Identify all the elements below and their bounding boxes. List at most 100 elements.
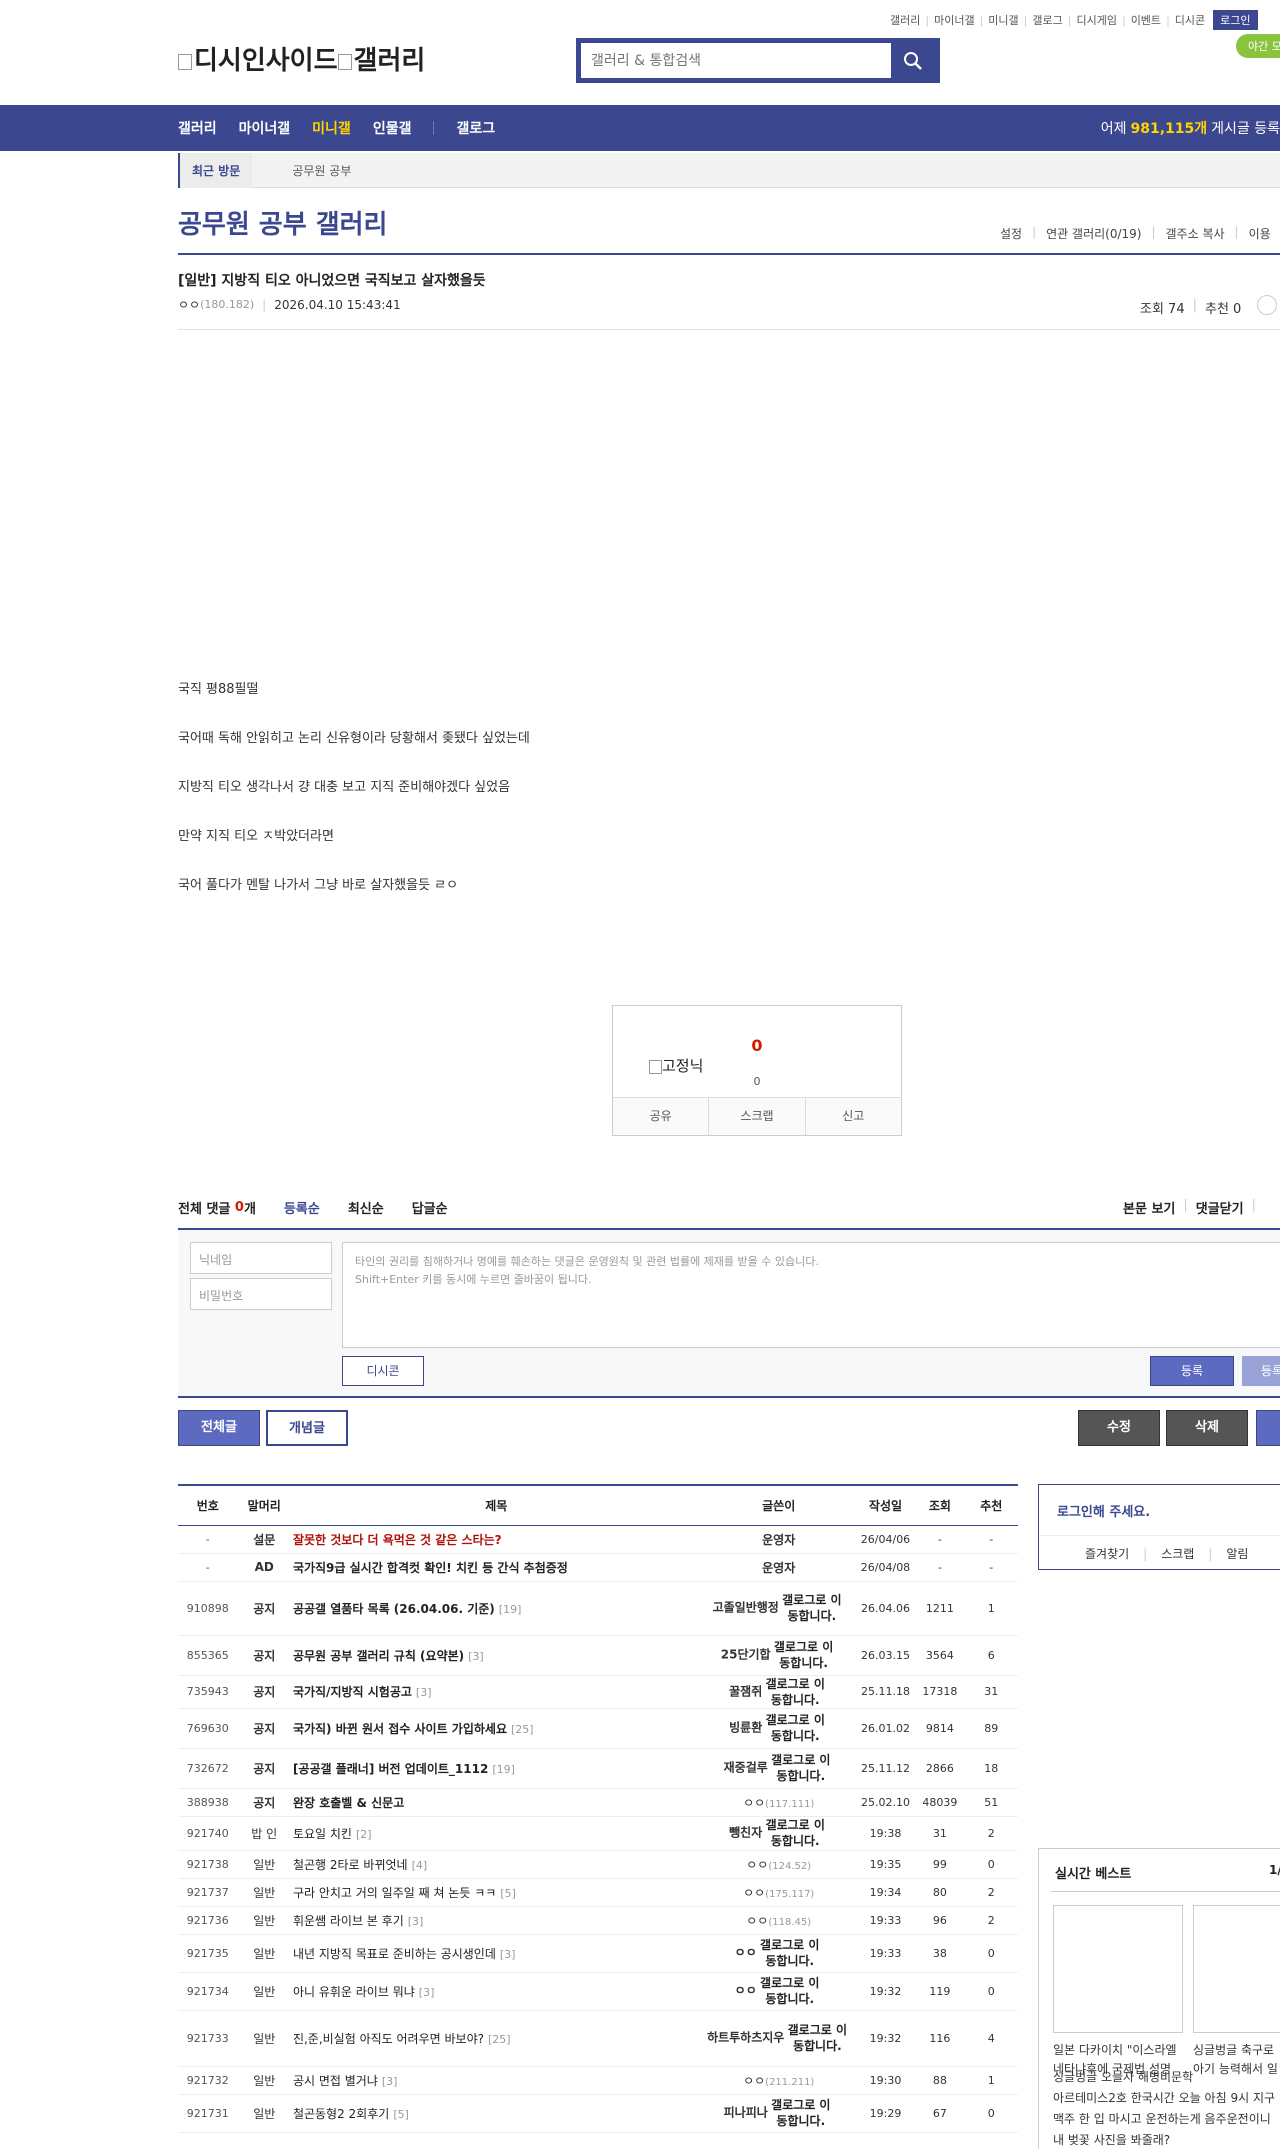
- table-row[interactable]: 921738 일반 철곤행 2타로 바뀌엇네 [4] ㅇㅇ(124.52) 19:35 99…: [178, 1850, 1018, 1879]
- post-link[interactable]: 공시 면접 별거냐 [3]: [290, 2066, 702, 2095]
- gallog-icon[interactable]: 갤로그로 이동합니다.: [757, 1975, 823, 2007]
- scrap-button[interactable]: 스크랩: [709, 1098, 806, 1135]
- nav-gallery[interactable]: 갤러리: [178, 118, 217, 138]
- post-writer[interactable]: 꿀잼쥐갤로그로 이동합니다.: [701, 1675, 856, 1709]
- post-link[interactable]: 국가직) 바뀐 원서 접수 사이트 가입하세요 [25]: [290, 1708, 702, 1749]
- writer-nick[interactable]: ㅇㅇ: [735, 1984, 757, 1998]
- post-writer[interactable]: 25단기합갤로그로 이동합니다.: [701, 1635, 856, 1676]
- post-link-title[interactable]: [공공갤 플래너] 버전 업데이트_1112: [293, 1762, 488, 1776]
- reply-count[interactable]: [25]: [511, 1723, 534, 1736]
- writer-nick[interactable]: ㅇㅇ: [746, 1914, 768, 1928]
- dccon-button[interactable]: 디시콘: [342, 1356, 424, 1386]
- post-link[interactable]: 국가직9급 실시간 합격컷 확인! 치킨 등 간식 추첨증정: [290, 1553, 702, 1582]
- post-writer[interactable]: 하트투하츠지우갤로그로 이동합니다.: [701, 2010, 856, 2067]
- post-link-title[interactable]: 아니 유휘운 라이브 뭐냐: [293, 1985, 415, 1999]
- gallog-icon[interactable]: 갤로그로 이동합니다.: [784, 2022, 850, 2054]
- util-link-game[interactable]: 디시게임: [1076, 12, 1116, 28]
- post-link[interactable]: 잘못한 것보다 더 욕먹은 것 같은 스타는?: [290, 1525, 702, 1554]
- table-row[interactable]: 921734 일반 아니 유휘운 라이브 뭐냐 [3] ㅇㅇ갤로그로 이동합니다. 19:…: [178, 1972, 1018, 2011]
- gallog-icon[interactable]: 갤로그로 이동합니다.: [768, 2097, 834, 2129]
- table-row[interactable]: 921737 일반 구라 안치고 거의 일주일 째 쳐 논듯 ㅋㅋ [5] ㅇㅇ(175…: [178, 1878, 1018, 1907]
- post-link-title[interactable]: 공공갤 열품타 목록 (26.04.06. 기준): [293, 1602, 495, 1616]
- post-link-title[interactable]: 철곤동형2 2회후기: [293, 2107, 389, 2121]
- gallery-settings[interactable]: 설정: [1000, 225, 1022, 242]
- share-button[interactable]: 공유: [613, 1098, 710, 1135]
- writer-nick[interactable]: 재중걸루: [724, 1761, 768, 1775]
- writer-nick[interactable]: 25단기합: [721, 1648, 771, 1662]
- table-row[interactable]: 388938 공지 완장 호출벨 & 신문고 ㅇㅇ(117.111) 25.02.10 4…: [178, 1788, 1018, 1817]
- comment-textarea[interactable]: 타인의 권리를 침해하거나 명예를 훼손하는 댓글은 운영원칙 및 관련 법률에…: [342, 1242, 1280, 1348]
- view-body-button[interactable]: 본문 보기: [1123, 1198, 1175, 1217]
- util-link-gallery[interactable]: 갤러리: [890, 12, 920, 28]
- gallog-icon[interactable]: 갤로그로 이동합니다.: [771, 1639, 837, 1671]
- copy-gallery-url[interactable]: 갤주소 복사: [1166, 225, 1225, 242]
- post-link-title[interactable]: 철곤행 2타로 바뀌엇네: [293, 1858, 408, 1872]
- reply-count[interactable]: [5]: [393, 2108, 409, 2121]
- post-link[interactable]: 철곤행 2타로 바뀌엇네 [4]: [290, 1850, 702, 1879]
- search-button[interactable]: [891, 43, 935, 78]
- post-writer[interactable]: ㅇㅇ(118.45): [701, 1906, 856, 1935]
- post-writer[interactable]: ㅇㅇ(175.117): [701, 1878, 856, 1907]
- writer-nick[interactable]: 뺑친자: [729, 1826, 762, 1840]
- reply-count[interactable]: [2]: [356, 1828, 372, 1841]
- post-link-title[interactable]: 진,준,비실험 아직도 어려우면 바보야?: [293, 2032, 484, 2046]
- write-button[interactable]: 글: [1256, 1410, 1280, 1446]
- reply-count[interactable]: [3]: [382, 2075, 398, 2088]
- best-thumbnail[interactable]: [1193, 1905, 1280, 2033]
- post-link-title[interactable]: 공무원 공부 갤러리 규칙 (요약본): [293, 1649, 464, 1663]
- post-link-title[interactable]: 국가직9급 실시간 합격컷 확인! 치킨 등 간식 추첨증정: [293, 1561, 568, 1575]
- post-link[interactable]: 휘운쌤 라이브 본 후기 [3]: [290, 1906, 702, 1935]
- table-row[interactable]: 921731 일반 철곤동형2 2회후기 [5] 피나피나갤로그로 이동합니다. 19:2…: [178, 2094, 1018, 2133]
- table-row[interactable]: 769630 공지 국가직) 바뀐 원서 접수 사이트 가입하세요 [25] 빙륜환갤로…: [178, 1708, 1018, 1749]
- table-row[interactable]: 732672 공지 [공공갤 플래너] 버전 업데이트_1112 [19] 재중걸루갤로…: [178, 1748, 1018, 1789]
- post-writer[interactable]: 뺑친자갤로그로 이동합니다.: [701, 1816, 856, 1851]
- post-link[interactable]: 구라 안치고 거의 일주일 째 쳐 논듯 ㅋㅋ [5]: [290, 1878, 702, 1907]
- post-link[interactable]: 토요일 치킨 [2]: [290, 1816, 702, 1851]
- writer-nick[interactable]: ㅇㅇ: [743, 2074, 765, 2088]
- writer-nick[interactable]: 운영자: [762, 1561, 795, 1575]
- recent-visit-item[interactable]: 공무원 공부: [292, 162, 351, 179]
- night-mode-toggle[interactable]: 야간 모드: [1236, 34, 1280, 58]
- reply-count[interactable]: [3]: [416, 1686, 432, 1699]
- table-row[interactable]: 910898 공지 공공갤 열품타 목록 (26.04.06. 기준) [19] 고졸일…: [178, 1581, 1018, 1636]
- post-writer[interactable]: 고졸일반행정갤로그로 이동합니다.: [701, 1581, 856, 1636]
- best-item[interactable]: 아르테미스2호 한국시간 오늘 아침 9시 지구: [1053, 2089, 1275, 2106]
- password-input[interactable]: 비밀번호: [190, 1278, 332, 1310]
- table-row[interactable]: 921735 일반 내년 지방직 목표로 준비하는 공시생인데 [3] ㅇㅇ갤로그로 이…: [178, 1934, 1018, 1973]
- writer-nick[interactable]: ㅇㅇ: [746, 1858, 768, 1872]
- writer-nick[interactable]: 꿀잼쥐: [729, 1684, 762, 1698]
- gallery-usage[interactable]: 이용: [1249, 225, 1271, 242]
- comment-register-button[interactable]: 등록: [1150, 1356, 1234, 1386]
- post-link-title[interactable]: 토요일 치킨: [293, 1827, 352, 1841]
- sort-latest[interactable]: 최신순: [348, 1198, 384, 1217]
- recent-visit-tab[interactable]: 최근 방문: [178, 152, 253, 188]
- scrap-link[interactable]: 스크랩: [1161, 1545, 1194, 1562]
- writer-nick[interactable]: ㅇㅇ: [743, 1796, 765, 1810]
- best-item[interactable]: 싱글벙글 오늘자 해병비문학: [1053, 2068, 1193, 2085]
- post-writer[interactable]: ㅇㅇ갤로그로 이동합니다.: [701, 1972, 856, 2011]
- edit-button[interactable]: 수정: [1078, 1410, 1160, 1446]
- util-link-minor[interactable]: 마이너갤: [934, 12, 974, 28]
- post-link[interactable]: 진,준,비실험 아직도 어려우면 바보야? [25]: [290, 2010, 702, 2067]
- reply-count[interactable]: [4]: [412, 1859, 428, 1872]
- table-row[interactable]: - AD 국가직9급 실시간 합격컷 확인! 치킨 등 간식 추첨증정 운영자 26/0…: [178, 1553, 1018, 1582]
- gallog-icon[interactable]: 갤로그로 이동합니다.: [762, 1712, 828, 1744]
- post-link-title[interactable]: 국가직) 바뀐 원서 접수 사이트 가입하세요: [293, 1722, 507, 1736]
- post-link[interactable]: 공무원 공부 갤러리 규칙 (요약본) [3]: [290, 1635, 702, 1676]
- util-link-dccon[interactable]: 디시콘: [1175, 12, 1205, 28]
- nickname-input[interactable]: 닉네임: [190, 1242, 332, 1274]
- post-link[interactable]: 아니 유휘운 라이브 뭐냐 [3]: [290, 1972, 702, 2011]
- table-row[interactable]: 921736 일반 휘운쌤 라이브 본 후기 [3] ㅇㅇ(118.45) 19:33 96…: [178, 1906, 1018, 1935]
- reply-count[interactable]: [19]: [492, 1763, 515, 1776]
- writer-nick[interactable]: ㅇㅇ: [743, 1886, 765, 1900]
- best-item[interactable]: 내 벚꽃 사진을 봐줄래?: [1053, 2131, 1170, 2148]
- gallog-icon[interactable]: 갤로그로 이동합니다.: [762, 1676, 828, 1708]
- post-link-title[interactable]: 휘운쌤 라이브 본 후기: [293, 1914, 404, 1928]
- login-prompt[interactable]: 로그인해 주세요.: [1057, 1501, 1150, 1520]
- gallog-icon[interactable]: 갤로그로 이동합니다.: [757, 1937, 823, 1969]
- alarm-link[interactable]: 알림: [1226, 1545, 1248, 1562]
- post-writer[interactable]: 재중걸루갤로그로 이동합니다.: [701, 1748, 856, 1789]
- search-input[interactable]: [581, 43, 891, 78]
- delete-button[interactable]: 삭제: [1166, 1410, 1248, 1446]
- site-logo[interactable]: 디시인사이드 갤러리: [178, 40, 425, 77]
